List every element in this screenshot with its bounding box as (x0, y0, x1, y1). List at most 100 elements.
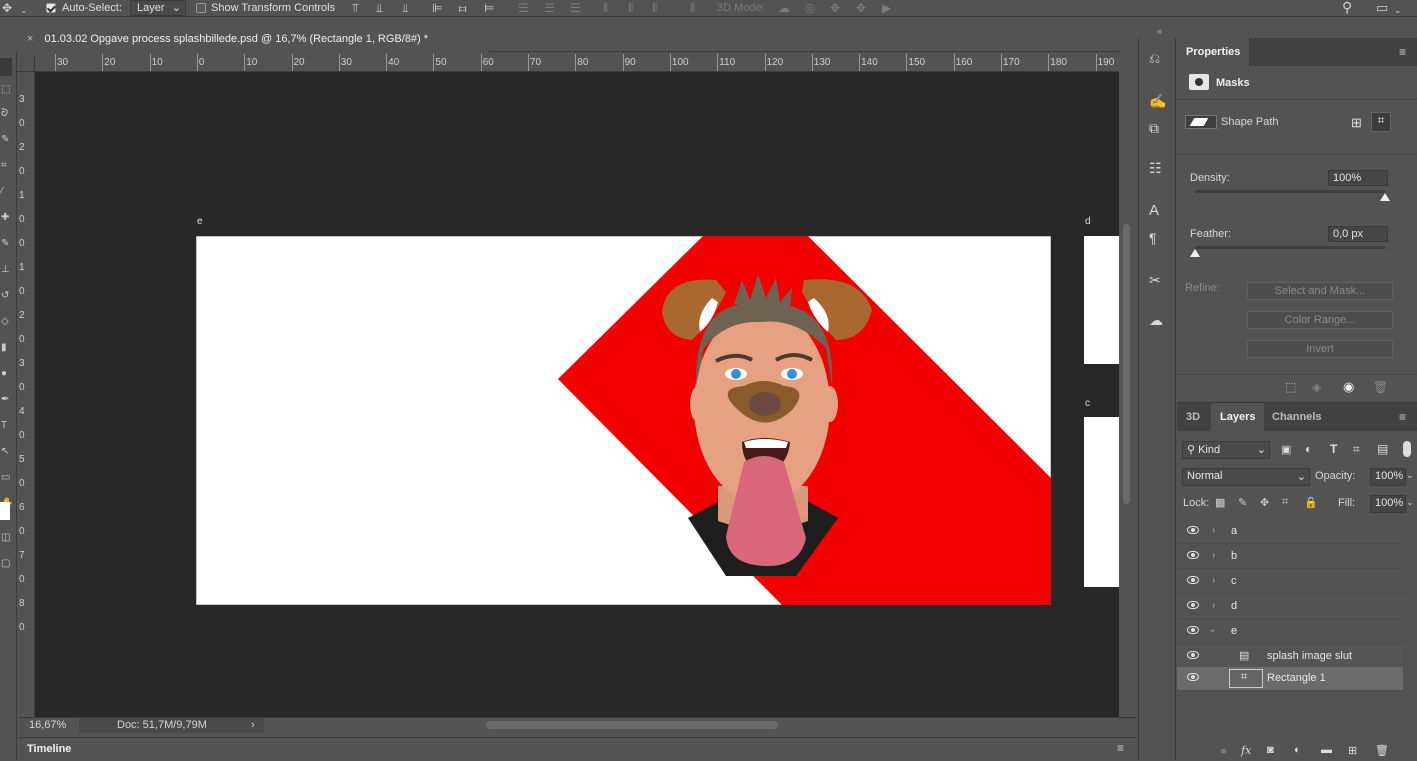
close-tab-icon[interactable]: × (27, 33, 33, 45)
fx-icon[interactable]: fx (1241, 744, 1251, 757)
auto-select-dropdown[interactable]: Layer ⌄ (130, 0, 186, 16)
lock-position-icon[interactable]: ✥ (1260, 496, 1269, 509)
link-icon[interactable]: ⚭ (1219, 745, 1228, 758)
vertical-scroll-thumb[interactable] (1123, 224, 1130, 504)
filter-adjustment-icon[interactable]: ◐ (1305, 442, 1312, 456)
layer-row-rectangle-1[interactable]: ⌗ Rectangle 1 (1177, 667, 1403, 691)
character-panel-icon[interactable]: A (1149, 202, 1159, 219)
brush-panel-icon[interactable]: ✍ (1149, 93, 1166, 110)
align-left-icon[interactable]: ⊫ (432, 1, 442, 15)
adjustment-icon[interactable]: ◐ (1294, 744, 1301, 756)
vertical-scrollbar[interactable] (1119, 54, 1136, 717)
paragraph-panel-icon[interactable]: ¶ (1149, 230, 1157, 246)
history-brush-icon[interactable]: ↺ (1, 290, 9, 301)
canvas-area[interactable]: e d c (35, 72, 1119, 717)
visibility-eye-icon[interactable] (1187, 526, 1199, 534)
lock-artboard-icon[interactable]: ⌗ (1282, 496, 1288, 509)
libraries-panel-icon[interactable]: ☁ (1149, 312, 1163, 329)
3d-drag-icon[interactable]: ✥ (830, 1, 840, 15)
timeline-tab[interactable]: Timeline (27, 743, 71, 755)
layer-row-splash-image[interactable]: ▤ splash image slut (1177, 645, 1403, 669)
zoom-level[interactable]: 16,67% (29, 719, 66, 731)
align-bottom-icon[interactable]: ⫫ (402, 1, 409, 15)
document-tab[interactable]: × 01.03.02 Opgave process splashbillede.… (19, 27, 489, 52)
healing-tool-icon[interactable]: ✚ (1, 212, 9, 223)
artboard-c[interactable] (1084, 417, 1119, 587)
move-tool-icon[interactable]: ✥ (2, 1, 12, 15)
horizontal-scroll-thumb[interactable] (486, 721, 778, 729)
layer-row-b[interactable]: › b (1177, 545, 1403, 569)
auto-align-icon[interactable]: ⦀ (690, 1, 695, 15)
properties-panel-icon[interactable]: ☷ (1149, 160, 1162, 177)
filter-smart-object-icon[interactable]: ▤ (1377, 442, 1388, 456)
distribute-hcenter-icon[interactable]: ⦀ (628, 1, 633, 15)
feather-slider-thumb[interactable] (1190, 249, 1200, 257)
workspace-chevron-icon[interactable]: ⌄ (1394, 3, 1402, 17)
expand-chevron-icon[interactable]: › (1212, 525, 1215, 536)
screen-mode-icon[interactable]: ▢ (1, 558, 10, 569)
visibility-eye-icon[interactable] (1187, 551, 1199, 559)
layer-row-c[interactable]: › c (1177, 570, 1403, 594)
timeline-menu-icon[interactable]: ≡ (1117, 741, 1124, 755)
align-vcenter-icon[interactable]: ⫫ (376, 1, 383, 15)
select-and-mask-button[interactable]: Select and Mask... (1247, 282, 1393, 300)
visibility-toggle-icon[interactable]: ◉ (1343, 379, 1354, 395)
workspace-icon[interactable]: ▭ (1376, 1, 1388, 15)
expand-chevron-icon[interactable]: › (1212, 600, 1215, 611)
mask-icon[interactable]: ◙ (1267, 744, 1274, 756)
blend-mode-dropdown[interactable]: Normal ⌄ (1182, 468, 1310, 486)
auto-select-checkbox[interactable] (46, 3, 56, 13)
visibility-eye-icon[interactable] (1187, 673, 1199, 681)
tab-layers[interactable]: Layers (1211, 403, 1265, 431)
tool-preset-chevron-icon[interactable]: ⌄ (20, 3, 28, 17)
expand-chevron-icon[interactable]: › (1212, 550, 1215, 561)
new-layer-icon[interactable]: ⊞ (1348, 744, 1357, 757)
lock-transparent-icon[interactable]: ▩ (1215, 496, 1225, 509)
align-right-icon[interactable]: ⊨ (484, 1, 494, 15)
tab-3d[interactable]: 3D (1177, 403, 1209, 431)
3d-roll-icon[interactable]: ◎ (805, 1, 815, 15)
quick-select-tool-icon[interactable]: ✎ (1, 134, 9, 145)
collapse-icon[interactable]: « (1157, 26, 1162, 36)
marquee-tool-icon[interactable]: ⬚ (1, 84, 10, 95)
load-selection-icon[interactable]: ⬚ (1285, 380, 1296, 394)
3d-slide-icon[interactable]: ✥ (856, 1, 866, 15)
visibility-eye-icon[interactable] (1187, 626, 1199, 634)
search-icon[interactable]: ⚲ (1342, 0, 1352, 14)
add-pixel-mask-icon[interactable]: ⊞ (1351, 115, 1362, 131)
adjustments-panel-icon[interactable]: ⧉ (1149, 120, 1159, 137)
layer-row-d[interactable]: › d (1177, 595, 1403, 619)
filter-shape-icon[interactable]: ⌗ (1353, 442, 1360, 457)
artboard-label-c[interactable]: c (1085, 398, 1090, 409)
artboard-label-d[interactable]: d (1085, 216, 1091, 227)
tools-panel-icon[interactable]: ✂ (1149, 272, 1161, 289)
path-select-icon[interactable]: ↖ (1, 446, 9, 457)
tab-channels[interactable]: Channels (1263, 403, 1331, 431)
filter-pixel-icon[interactable]: ▣ (1281, 443, 1291, 456)
fill-input[interactable]: 100% (1370, 495, 1406, 513)
density-slider-track[interactable] (1195, 190, 1385, 193)
expand-chevron-icon[interactable]: › (1212, 575, 1215, 586)
foreground-color-swatch[interactable] (0, 502, 10, 520)
apply-mask-icon[interactable]: ◈ (1312, 380, 1321, 394)
folder-icon[interactable]: ▬ (1321, 744, 1332, 756)
opacity-chevron-icon[interactable]: ⌄ (1406, 470, 1414, 481)
collapse-chevron-icon[interactable]: › (1207, 629, 1218, 632)
crop-tool-icon[interactable]: ⌗ (1, 160, 7, 171)
align-top-icon[interactable]: ⫪ (352, 1, 359, 15)
artboard-d[interactable] (1084, 236, 1119, 364)
move-tool-button[interactable] (0, 58, 12, 76)
color-range-button[interactable]: Color Range... (1247, 311, 1393, 329)
show-transform-checkbox[interactable] (196, 3, 206, 13)
layer-row-e[interactable]: › e (1177, 620, 1403, 644)
lock-all-icon[interactable]: 🔒 (1304, 496, 1318, 509)
distribute-left-icon[interactable]: ⦀ (603, 1, 608, 15)
properties-tab[interactable]: Properties (1177, 38, 1250, 66)
3d-orbit-icon[interactable]: ☁ (778, 1, 790, 15)
properties-menu-icon[interactable]: ≡ (1399, 45, 1406, 59)
filter-kind-dropdown[interactable]: ⚲ Kind ⌄ (1182, 441, 1270, 459)
visibility-eye-icon[interactable] (1187, 601, 1199, 609)
ruler-origin[interactable] (17, 54, 35, 72)
eyedropper-tool-icon[interactable]: ⁄ (1, 186, 3, 197)
delete-mask-icon[interactable]: 🗑 (1373, 380, 1388, 394)
